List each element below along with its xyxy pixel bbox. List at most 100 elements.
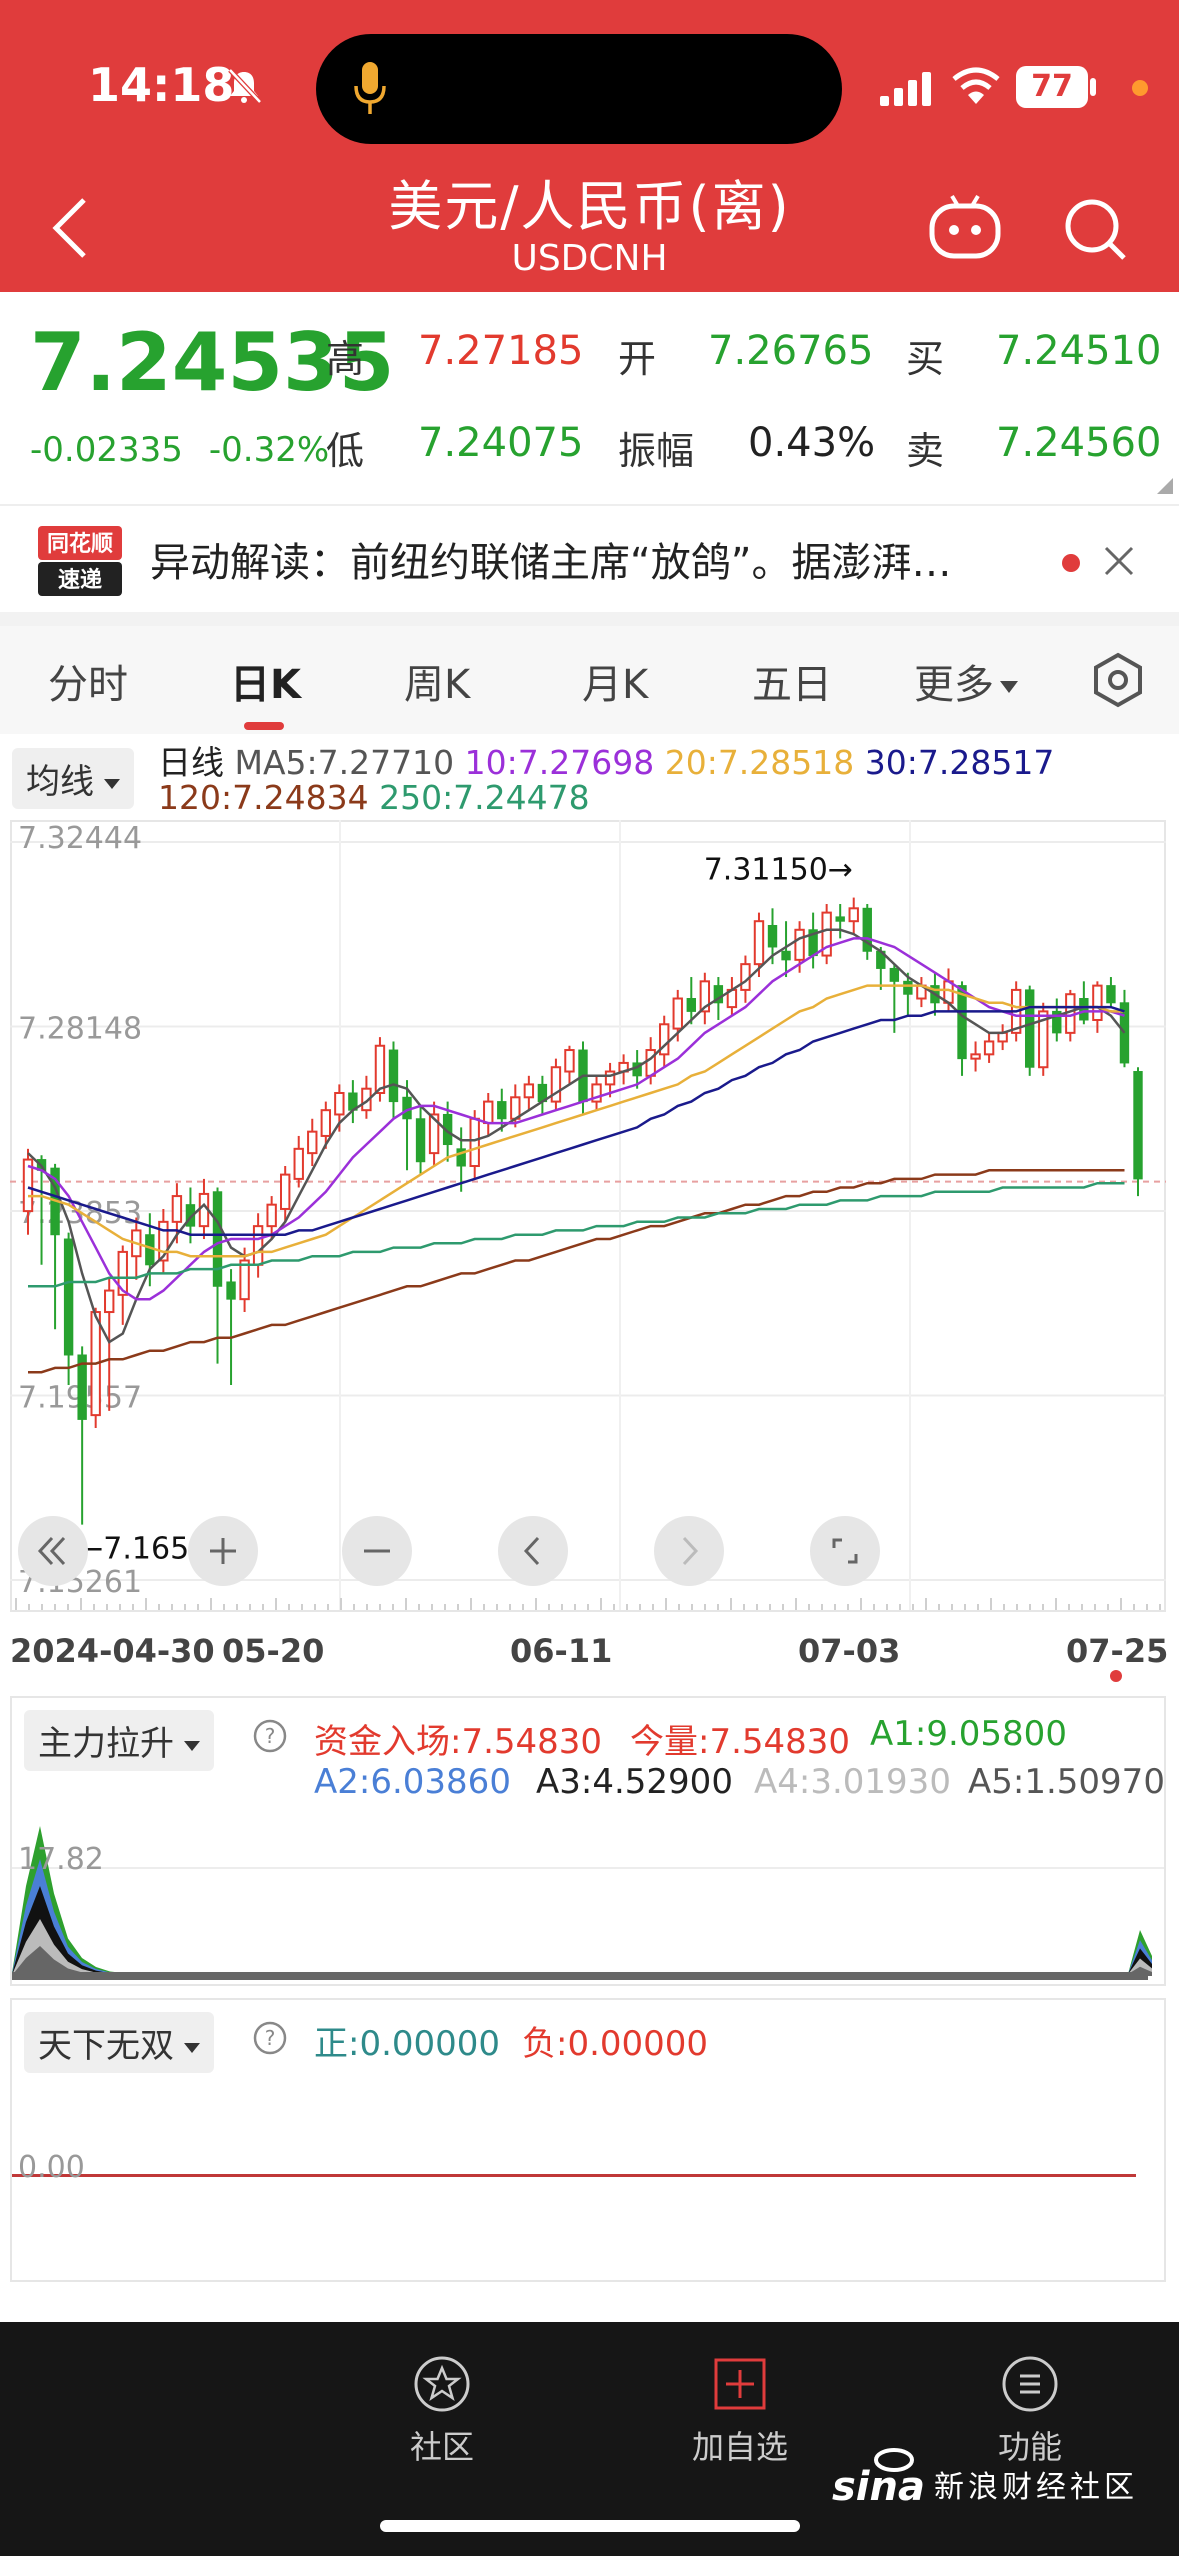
sell-value: 7.24560 bbox=[996, 420, 1162, 466]
kline-svg[interactable]: 7.324447.281487.238537.195577.152617.311… bbox=[10, 820, 1166, 1620]
a4-value: A4:3.01930 bbox=[754, 1762, 951, 1802]
tab-intraday[interactable]: 分时 bbox=[48, 652, 128, 710]
x-tick-4: 07-25 bbox=[1066, 1632, 1169, 1670]
a3-value: A3:4.52900 bbox=[536, 1762, 733, 1802]
buy-label: 买 bbox=[906, 337, 945, 381]
high-value: 7.27185 bbox=[418, 328, 584, 374]
candle-body-down bbox=[63, 1238, 74, 1356]
tab-monthly-k[interactable]: 月K bbox=[582, 652, 648, 710]
high-label: 高 bbox=[326, 337, 365, 381]
tab-weekly-k[interactable]: 周K bbox=[404, 652, 470, 710]
sina-logo: sina bbox=[832, 2448, 925, 2510]
candle-body-up bbox=[564, 1049, 575, 1073]
candle-body-up bbox=[307, 1130, 318, 1155]
nav-add-watchlist[interactable]: 加自选 bbox=[650, 2352, 830, 2468]
indicator1-select[interactable]: 主力拉升 bbox=[24, 1710, 214, 1771]
chevron-right-icon bbox=[682, 1536, 699, 1566]
indicator1-select-label: 主力拉升 bbox=[38, 1724, 174, 1764]
candle-body-up bbox=[1092, 984, 1103, 1021]
buy-value: 7.24510 bbox=[996, 328, 1162, 374]
x-tick-0: 2024-04-30 bbox=[10, 1632, 215, 1670]
fund-inflow: 资金入场:7.54830 bbox=[314, 1722, 603, 1762]
help-icon[interactable]: ? bbox=[252, 2020, 288, 2056]
star-circle-icon bbox=[414, 2356, 470, 2412]
robot-assistant-icon[interactable] bbox=[928, 192, 1002, 262]
candle-body-down bbox=[781, 950, 791, 961]
a2-value: A2:6.03860 bbox=[314, 1762, 511, 1802]
section-gap bbox=[0, 612, 1179, 626]
prev-button[interactable] bbox=[498, 1516, 568, 1586]
zoom-out-button[interactable] bbox=[342, 1516, 412, 1586]
ma-row-2: 120:7.24834 250:7.24478 bbox=[158, 778, 590, 817]
news-ticker[interactable]: 同花顺 速递 异动解读：前纽约联储主席“放鸽”。据澎湃… bbox=[0, 504, 1179, 610]
help-icon[interactable]: ? bbox=[252, 1718, 288, 1754]
max-price-annotation: 7.31150→ bbox=[704, 853, 853, 888]
bell-slash-icon bbox=[228, 68, 262, 104]
sina-logo-text: sina bbox=[832, 2464, 925, 2510]
nav-community[interactable]: 社区 bbox=[352, 2352, 532, 2468]
price-change-pct: -0.32% bbox=[208, 430, 330, 470]
home-indicator bbox=[380, 2520, 800, 2532]
bottom-nav: 社区 加自选 功能 sina 新浪财经社区 bbox=[0, 2322, 1179, 2556]
candle-body-up bbox=[794, 928, 805, 961]
candle-body-down bbox=[686, 998, 696, 1012]
svg-text:?: ? bbox=[265, 1724, 276, 1748]
candle-body-up bbox=[753, 920, 765, 966]
indicator1-ytick: 17.82 bbox=[18, 1842, 104, 1877]
status-time: 14:18 bbox=[88, 58, 235, 112]
candle-body-up bbox=[374, 1044, 386, 1094]
expand-corner-icon[interactable] bbox=[1157, 478, 1173, 494]
nav-functions[interactable]: 功能 bbox=[940, 2352, 1120, 2468]
y-tick-label: 7.23853 bbox=[18, 1196, 142, 1231]
ma-select-label: 均线 bbox=[26, 762, 94, 802]
battery-tip bbox=[1090, 78, 1096, 96]
candle-body-down bbox=[1133, 1071, 1143, 1180]
candle-body-up bbox=[970, 1053, 981, 1060]
indicator-panel-2[interactable]: 天下无双 ? 正:0.00000 负:0.00000 0.00 bbox=[10, 1998, 1166, 2282]
indicator2-select[interactable]: 天下无双 bbox=[24, 2012, 214, 2073]
candle-body-down bbox=[957, 985, 967, 1060]
caret-down-icon bbox=[1000, 681, 1018, 693]
amplitude-value: 0.43% bbox=[748, 420, 876, 466]
news-logo-bottom: 速递 bbox=[58, 567, 102, 593]
nav-community-label: 社区 bbox=[409, 2428, 474, 2466]
chevron-left-icon bbox=[523, 1536, 540, 1566]
close-icon[interactable] bbox=[1100, 542, 1138, 580]
double-chevron-left-icon bbox=[37, 1536, 66, 1566]
rewind-button[interactable] bbox=[18, 1516, 88, 1586]
candle-body-up bbox=[523, 1083, 535, 1099]
privacy-indicator-dot bbox=[1132, 80, 1148, 96]
candle-body-up bbox=[997, 1031, 1008, 1043]
x-tick-3: 07-03 bbox=[798, 1632, 901, 1670]
battery-level: 77 bbox=[1016, 66, 1088, 108]
microphone-icon bbox=[354, 62, 386, 114]
next-button[interactable] bbox=[654, 1516, 724, 1586]
news-headline[interactable]: 异动解读：前纽约联储主席“放鸽”。据澎湃… bbox=[150, 530, 951, 588]
price-change-row: -0.02335 -0.32% bbox=[30, 430, 355, 470]
indicator1-area bbox=[12, 1886, 1152, 1976]
indicator1-area bbox=[12, 1946, 1152, 1976]
indicator1-area bbox=[12, 1919, 1152, 1976]
kline-chart[interactable]: 7.324447.281487.238537.195577.152617.311… bbox=[10, 820, 1166, 1620]
news-logo-top: 同花顺 bbox=[47, 531, 113, 557]
indicator-panel-1[interactable]: 主力拉升 ? 资金入场:7.54830 今量:7.54830 A1:9.0580… bbox=[10, 1696, 1166, 1986]
caret-down-icon bbox=[184, 1740, 200, 1751]
candle-body-up bbox=[252, 1225, 264, 1266]
fullscreen-button[interactable] bbox=[810, 1516, 880, 1586]
tab-daily-k[interactable]: 日K bbox=[230, 652, 301, 710]
zoom-in-button[interactable] bbox=[188, 1516, 258, 1586]
tab-five-day[interactable]: 五日 bbox=[752, 652, 832, 710]
nav-functions-label: 功能 bbox=[997, 2428, 1062, 2466]
ma-row-1: 日线 MA5:7.27710 10:7.27698 20:7.28518 30:… bbox=[158, 736, 1054, 784]
ma-select[interactable]: 均线 bbox=[12, 748, 134, 809]
active-tab-indicator bbox=[244, 722, 284, 730]
tab-more-label: 更多 bbox=[914, 662, 994, 708]
tab-more[interactable]: 更多 bbox=[914, 652, 1018, 710]
search-icon[interactable] bbox=[1060, 194, 1130, 264]
candle-body-up bbox=[293, 1147, 304, 1180]
positive-value: 正:0.00000 bbox=[314, 2024, 501, 2064]
caret-down-icon bbox=[104, 778, 120, 789]
candle-body-up bbox=[983, 1040, 995, 1056]
hexagon-settings-icon[interactable] bbox=[1090, 652, 1146, 708]
ma120-value: 120:7.24834 bbox=[158, 778, 369, 817]
